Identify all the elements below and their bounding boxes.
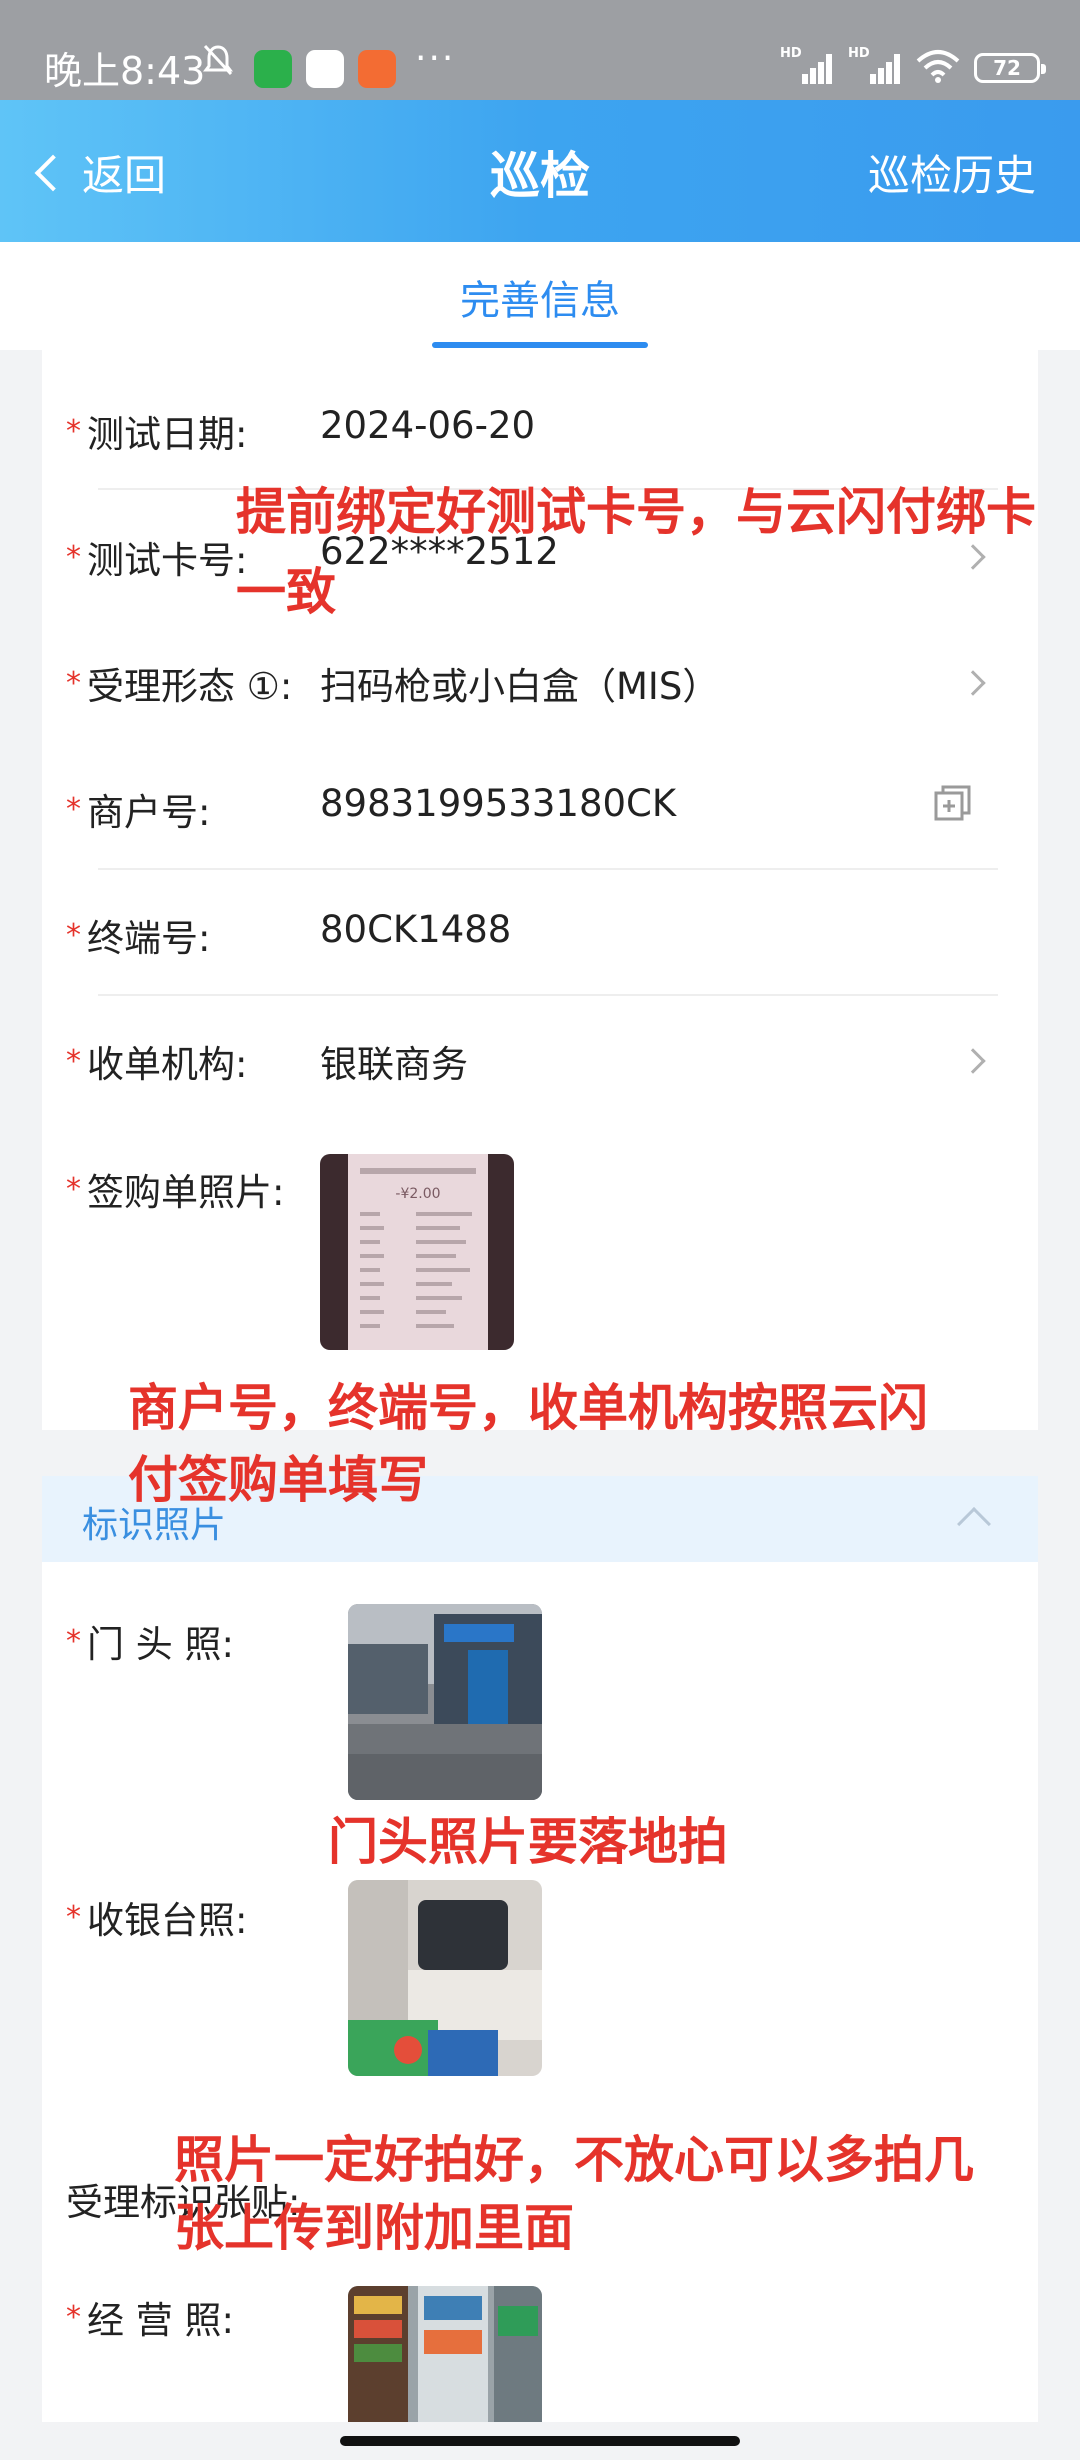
test-date-label: * 测试日期: <box>66 413 248 456</box>
navigation-bar: 返回 巡检 巡检历史 <box>0 100 1080 242</box>
cashier-photo-label: * 收银台照: <box>66 1899 248 1942</box>
chevron-right-icon <box>960 1048 986 1074</box>
annotation-merchant-note: 商户号，终端号，收单机构按照云闪 <box>128 1379 928 1437</box>
bank-app-icon <box>306 50 344 88</box>
more-notifications-icon: ··· <box>415 38 456 79</box>
annotation-storefront-note: 门头照片要落地拍 <box>328 1813 728 1871</box>
signal-icon: HD <box>780 46 834 84</box>
acquirer-label: * 收单机构: <box>66 1043 248 1086</box>
accept-form-label: * 受理形态 ①: <box>66 665 293 708</box>
test-date-value: 2024-06-20 <box>320 404 536 447</box>
merchant-no-label: * 商户号: <box>66 791 211 834</box>
receipt-photo[interactable]: -¥2.00 <box>320 1154 514 1350</box>
storefront-photo-label: * 门 头 照: <box>66 1623 234 1666</box>
cashier-photo[interactable] <box>348 1880 542 2076</box>
photos-card: * 门 头 照: * 收银台照: 受理标识张贴: * 经 营 照: <box>42 1562 1038 2422</box>
business-photo-label: * 经 营 照: <box>66 2299 234 2342</box>
tab-complete-info[interactable]: 完善信息 <box>432 268 648 326</box>
storefront-photo[interactable] <box>348 1604 542 1800</box>
copy-icon[interactable] <box>934 784 972 822</box>
home-indicator[interactable] <box>340 2436 740 2446</box>
mute-icon <box>200 42 236 86</box>
annotation-card-note-2: 一致 <box>236 563 336 621</box>
accept-form-value: 扫码枪或小白盒（MIS） <box>320 665 720 708</box>
chevron-up-icon <box>957 1507 991 1541</box>
chevron-right-icon <box>960 670 986 696</box>
active-tab-indicator <box>432 342 648 348</box>
shopping-app-icon <box>358 50 396 88</box>
battery-icon: 72 <box>974 53 1046 83</box>
receipt-photo-label: * 签购单照片: <box>66 1171 285 1214</box>
terminal-no-label: * 终端号: <box>66 917 211 960</box>
wifi-icon <box>916 49 960 87</box>
tab-bar: 完善信息 <box>0 242 1080 350</box>
terminal-no-value: 80CK1488 <box>320 908 512 951</box>
chevron-right-icon <box>960 544 986 570</box>
annotation-photo-note-2: 张上传到附加里面 <box>174 2199 574 2257</box>
divider <box>98 994 998 996</box>
status-time: 晚上8:43 <box>44 49 206 93</box>
status-indicators: HD HD 72 <box>780 46 1046 87</box>
signal-icon-2: HD <box>848 46 902 84</box>
svg-text:-¥2.00: -¥2.00 <box>395 1186 440 1202</box>
status-bar: 晚上8:43 ··· HD HD 72 <box>0 0 1080 100</box>
acquirer-value: 银联商务 <box>320 1043 468 1086</box>
divider <box>98 868 998 870</box>
inspection-history-button[interactable]: 巡检历史 <box>868 142 1036 203</box>
annotation-photo-note: 照片一定好拍好，不放心可以多拍几 <box>174 2131 974 2189</box>
merchant-no-value: 8983199533180CK <box>320 782 677 825</box>
test-card-label: * 测试卡号: <box>66 539 248 582</box>
annotation-card-note: 提前绑定好测试卡号，与云闪付绑卡 <box>236 483 1036 541</box>
annotation-merchant-note-2: 付签购单填写 <box>128 1451 428 1509</box>
phone-app-icon <box>254 50 292 88</box>
business-photo[interactable] <box>348 2286 542 2422</box>
